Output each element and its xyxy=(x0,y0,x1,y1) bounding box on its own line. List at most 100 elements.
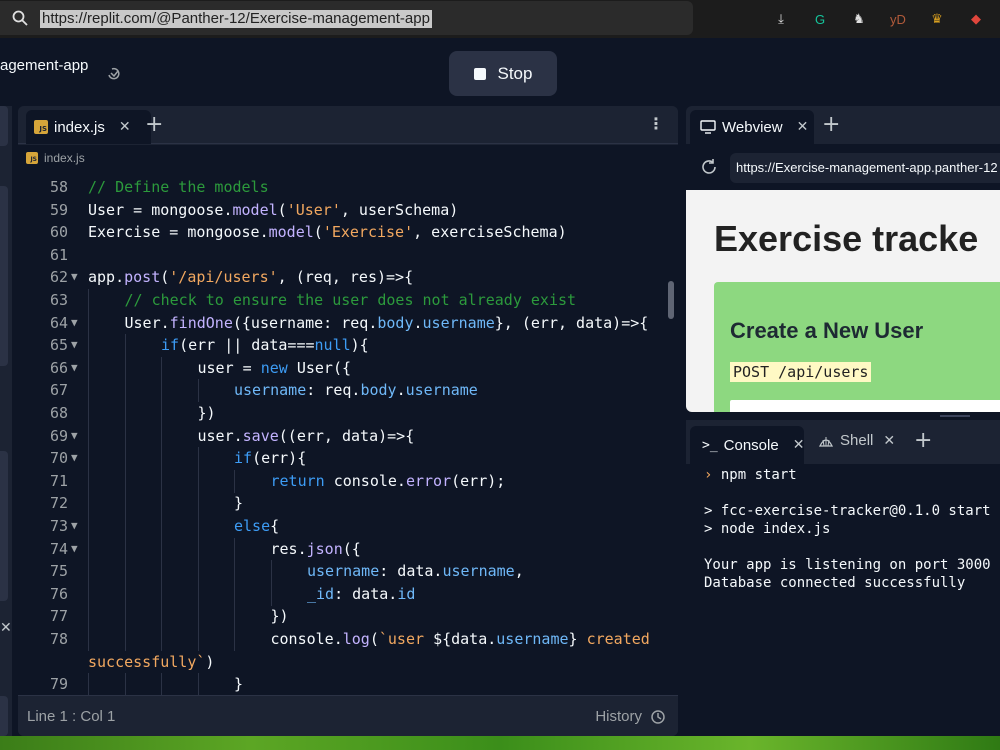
code-text[interactable]: user.save((err, data)=>{ xyxy=(198,425,415,447)
code-text[interactable]: username: req.body.username xyxy=(234,379,478,401)
code-line[interactable]: 69 ▼ user.save((err, data)=>{ xyxy=(18,424,668,448)
code-line[interactable]: 72} xyxy=(18,492,668,516)
code-text[interactable]: else{ xyxy=(234,515,279,537)
code-line[interactable]: 60 Exercise = mongoose.model('Exercise', … xyxy=(18,221,668,243)
fold-arrow-icon[interactable]: ▼ xyxy=(71,312,78,334)
code-text[interactable]: // Define the models xyxy=(88,176,269,198)
fold-arrow-icon[interactable]: ▼ xyxy=(71,334,78,356)
close-tab-icon[interactable]: ✕ xyxy=(883,433,895,449)
webview-url-input[interactable]: https://Exercise-management-app.panther-… xyxy=(730,153,1000,183)
medal-icon[interactable]: ♛ xyxy=(927,9,947,29)
console-line: > node index.js xyxy=(704,521,831,537)
indent-guide xyxy=(88,424,89,448)
tab-shell[interactable]: Shell ✕ xyxy=(818,432,895,449)
code-line[interactable]: 62 ▼ app.post('/api/users', (req, res)=>{ xyxy=(18,266,668,288)
reload-icon[interactable] xyxy=(700,158,718,176)
editor-scrollbar[interactable] xyxy=(668,281,674,319)
code-line[interactable]: 58 // Define the models xyxy=(18,176,668,198)
code-text[interactable]: res.json({ xyxy=(271,538,361,560)
repl-name[interactable]: agement-app xyxy=(0,57,88,74)
add-tab-icon[interactable]: + xyxy=(822,112,840,137)
code-line[interactable]: 59 User = mongoose.model('User', userSche… xyxy=(18,199,668,221)
code-text[interactable]: }) xyxy=(198,402,216,424)
extension-icon[interactable]: ♞ xyxy=(849,9,869,29)
indent-guide xyxy=(197,582,199,606)
yd-icon[interactable]: yD xyxy=(888,9,908,29)
code-line[interactable]: 65 ▼ if(err || data===null){ xyxy=(18,334,668,358)
line-number: 73 xyxy=(49,517,68,535)
code-text[interactable]: } xyxy=(234,492,243,514)
fold-arrow-icon[interactable]: ▼ xyxy=(71,425,78,447)
code-text[interactable]: _id: data.id xyxy=(307,583,415,605)
download-icon[interactable]: ⤓ xyxy=(771,9,791,29)
code-line[interactable]: 70 ▼ if(err){ xyxy=(18,447,668,471)
code-text[interactable]: User = mongoose.model('User', userSchema… xyxy=(88,199,458,221)
code-text[interactable]: if(err){ xyxy=(234,447,306,469)
code-line[interactable]: 74 ▼ res.json({ xyxy=(18,537,668,561)
code-text[interactable]: if(err || data===null){ xyxy=(161,334,369,356)
code-text[interactable]: Exercise = mongoose.model('Exercise', ex… xyxy=(88,221,567,243)
code-text[interactable]: app.post('/api/users', (req, res)=>{ xyxy=(88,266,413,288)
resize-handle[interactable] xyxy=(940,415,970,417)
line-number: 60 xyxy=(49,223,68,242)
sidebar-panel[interactable] xyxy=(0,106,8,146)
code-text[interactable]: username: data.username, xyxy=(307,560,524,582)
close-tab-icon[interactable]: ✕ xyxy=(797,119,809,135)
more-options-icon[interactable]: ⋮ xyxy=(648,114,664,133)
code-line[interactable]: 68}) xyxy=(18,402,668,425)
code-line[interactable]: successfully`) xyxy=(18,651,668,673)
stop-button[interactable]: Stop xyxy=(449,51,557,96)
code-line[interactable]: 78 console.log(`user ${data.username} cre… xyxy=(18,628,668,651)
close-icon[interactable]: ✕ xyxy=(0,620,12,636)
code-line[interactable]: 67 username: req.body.username xyxy=(18,379,668,403)
code-line[interactable]: 64 ▼ User.findOne({username: req.body.user… xyxy=(18,311,668,335)
cloud-sync-icon[interactable] xyxy=(106,66,122,82)
sidebar-panel[interactable] xyxy=(0,451,8,601)
code-text[interactable]: // check to ensure the user does not alr… xyxy=(125,289,577,311)
tab-webview[interactable]: Webview ✕ xyxy=(690,110,814,144)
close-tab-icon[interactable]: ✕ xyxy=(793,437,805,453)
search-icon xyxy=(12,10,28,26)
code-text[interactable]: user = new User({ xyxy=(198,357,352,379)
sidebar-panel[interactable] xyxy=(0,186,8,366)
fold-arrow-icon[interactable]: ▼ xyxy=(71,538,78,560)
fold-arrow-icon[interactable]: ▼ xyxy=(71,266,78,288)
code-line[interactable]: 66 ▼ user = new User({ xyxy=(18,356,668,380)
code-line[interactable]: 71 return console.error(err); xyxy=(18,469,668,493)
fold-arrow-icon[interactable]: ▼ xyxy=(71,515,78,537)
address-bar-url[interactable]: https://replit.com/@Panther-12/Exercise-… xyxy=(40,10,432,28)
code-line[interactable]: 77}) xyxy=(18,605,668,629)
breadcrumb-file[interactable]: index.js xyxy=(44,151,85,165)
code-line[interactable]: 79} xyxy=(18,673,668,695)
code-line[interactable]: 76 _id: data.id xyxy=(18,582,668,606)
code-text[interactable]: successfully`) xyxy=(88,651,214,673)
add-tab-icon[interactable]: + xyxy=(914,428,932,453)
fold-arrow-icon[interactable]: ▼ xyxy=(71,357,78,379)
code-line[interactable]: 75 username: data.username, xyxy=(18,560,668,584)
code-text[interactable]: User.findOne({username: req.body.usernam… xyxy=(125,312,649,334)
address-bar[interactable]: https://replit.com/@Panther-12/Exercise-… xyxy=(0,1,693,35)
code-area[interactable]: 58 // Define the models 59 User = mongoose.… xyxy=(18,171,678,695)
code-text[interactable]: console.log(`user ${data.username} creat… xyxy=(271,628,650,650)
indent-guide xyxy=(124,605,126,629)
indent-guide xyxy=(234,469,235,493)
add-tab-icon[interactable]: + xyxy=(145,112,163,137)
history-button[interactable]: History xyxy=(595,708,666,725)
tab-console[interactable]: >_ Console ✕ xyxy=(690,426,804,464)
indent-guide xyxy=(161,560,162,584)
cursor-position[interactable]: Line 1 : Col 1 xyxy=(27,708,115,725)
indent-guide xyxy=(161,356,162,380)
code-line[interactable]: 61 xyxy=(18,244,668,266)
code-text[interactable]: }) xyxy=(271,605,289,627)
code-line[interactable]: 73 ▼ else{ xyxy=(18,515,668,538)
fold-arrow-icon[interactable]: ▼ xyxy=(71,447,78,469)
code-text[interactable]: } xyxy=(234,673,243,695)
eraser-icon[interactable]: ◆ xyxy=(966,9,986,29)
username-input[interactable] xyxy=(730,400,1000,412)
tab-index-js[interactable]: JS index.js ✕ xyxy=(26,110,151,144)
grammarly-icon[interactable]: G xyxy=(810,9,830,29)
close-tab-icon[interactable]: ✕ xyxy=(119,119,131,135)
code-text[interactable]: return console.error(err); xyxy=(271,470,506,492)
sidebar-panel[interactable] xyxy=(0,696,8,736)
code-line[interactable]: 63 // check to ensure the user does not a… xyxy=(18,289,668,312)
